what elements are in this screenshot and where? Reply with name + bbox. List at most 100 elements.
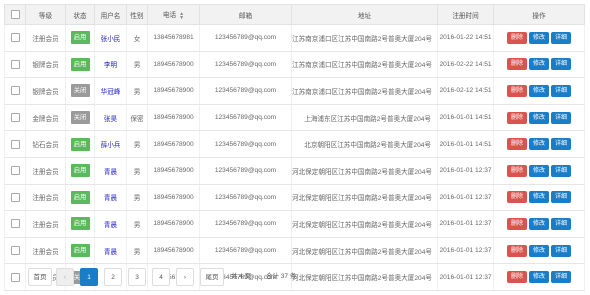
delete-button[interactable]: 删除 xyxy=(507,217,527,230)
edit-button[interactable]: 修改 xyxy=(529,164,549,177)
detail-button[interactable]: 详细 xyxy=(551,217,571,230)
select-all-checkbox[interactable] xyxy=(10,10,20,19)
page-button-3[interactable]: 3 xyxy=(128,268,146,286)
detail-button[interactable]: 详细 xyxy=(551,244,571,257)
detail-button[interactable]: 详细 xyxy=(551,84,571,97)
username-link[interactable]: 华冠峰 xyxy=(94,77,127,105)
edit-button[interactable]: 修改 xyxy=(529,271,549,284)
row-select-cell[interactable] xyxy=(4,50,26,79)
address-cell: 江苏南京浦口区江苏中国南路2号普奥大厦204号 xyxy=(291,50,438,79)
delete-button[interactable]: 删除 xyxy=(507,58,527,71)
actions-cell: 删除 修改 详细 xyxy=(493,77,585,105)
email-cell: 123456789@qq.com xyxy=(199,236,292,265)
username-link[interactable]: 青晨 xyxy=(94,210,127,238)
row-select-cell[interactable] xyxy=(4,24,26,52)
delete-button[interactable]: 删除 xyxy=(507,31,527,44)
total-pages: 共 4 页 xyxy=(231,273,252,280)
status-cell: 启用 xyxy=(65,24,95,52)
row-checkbox[interactable] xyxy=(10,192,20,202)
gender-cell: 男 xyxy=(126,50,148,79)
delete-button[interactable]: 删除 xyxy=(507,244,527,257)
row-select-cell[interactable] xyxy=(4,130,26,158)
row-checkbox[interactable] xyxy=(10,59,20,69)
prev-page-button[interactable]: ‹ xyxy=(56,268,74,286)
detail-button[interactable]: 详细 xyxy=(551,111,571,124)
row-checkbox[interactable] xyxy=(10,139,20,149)
edit-button[interactable]: 修改 xyxy=(529,138,549,151)
sort-icon[interactable]: ▲ ▼ xyxy=(179,11,184,20)
select-all-cell[interactable] xyxy=(4,4,26,25)
page-button-4[interactable]: 4 xyxy=(152,268,170,286)
total-records: 合计 37 条 xyxy=(266,273,297,280)
delete-button[interactable]: 删除 xyxy=(507,271,527,284)
page-button-2[interactable]: 2 xyxy=(104,268,122,286)
status-badge: 启用 xyxy=(70,137,90,151)
detail-button[interactable]: 详细 xyxy=(551,271,571,284)
address-cell: 河北保定朝阳区江苏中国南路2号普奥大厦204号 xyxy=(291,263,438,291)
row-select-cell[interactable] xyxy=(4,236,26,265)
status-cell: 启用 xyxy=(65,156,95,185)
header-username: 用户名 xyxy=(94,4,127,25)
email-cell: 123456789@qq.com xyxy=(199,130,292,158)
username-link[interactable]: 青晨 xyxy=(94,183,127,212)
username-link[interactable]: 薛小兵 xyxy=(94,130,127,158)
detail-button[interactable]: 详细 xyxy=(551,138,571,151)
edit-button[interactable]: 修改 xyxy=(529,31,549,44)
row-select-cell[interactable] xyxy=(4,263,26,291)
row-checkbox[interactable] xyxy=(10,86,20,96)
row-select-cell[interactable] xyxy=(4,183,26,212)
delete-button[interactable]: 删除 xyxy=(507,138,527,151)
row-select-cell[interactable] xyxy=(4,210,26,238)
row-checkbox[interactable] xyxy=(10,166,20,176)
phone-cell: 13845678981 xyxy=(147,24,200,52)
delete-button[interactable]: 删除 xyxy=(507,164,527,177)
detail-button[interactable]: 详细 xyxy=(551,164,571,177)
level-cell: 注册会员 xyxy=(25,156,66,185)
register-time-cell: 2016-02-12 14:51 xyxy=(437,77,494,105)
row-checkbox[interactable] xyxy=(10,33,20,43)
delete-button[interactable]: 删除 xyxy=(507,84,527,97)
first-page-button[interactable]: 首页 xyxy=(28,268,52,286)
page-button-1[interactable]: 1 xyxy=(80,268,98,286)
address-cell: 江苏南京浦口区江苏中国南路2号普奥大厦204号 xyxy=(291,24,438,52)
status-cell: 启用 xyxy=(65,50,95,79)
row-checkbox[interactable] xyxy=(10,272,20,282)
edit-button[interactable]: 修改 xyxy=(529,217,549,230)
header-phone[interactable]: 电话 ▲ ▼ xyxy=(147,4,200,25)
edit-button[interactable]: 修改 xyxy=(529,58,549,71)
header-address: 地址 xyxy=(291,4,438,25)
address-cell: 河北保定朝阳区江苏中国南路2号普奥大厦204号 xyxy=(291,210,438,238)
username-link[interactable]: 张小民 xyxy=(94,24,127,52)
table-row: 注册会员 启用 青晨男 18945678900 123456789@qq.com 河北保定… xyxy=(4,236,585,265)
edit-button[interactable]: 修改 xyxy=(529,191,549,204)
row-checkbox[interactable] xyxy=(10,246,20,256)
status-cell: 启用 xyxy=(65,210,95,238)
row-select-cell[interactable] xyxy=(4,77,26,105)
gender-cell: 男 xyxy=(126,130,148,158)
edit-button[interactable]: 修改 xyxy=(529,244,549,257)
delete-button[interactable]: 删除 xyxy=(507,111,527,124)
username-link[interactable]: 张昊 xyxy=(94,103,127,132)
level-cell: 金牌会员 xyxy=(25,103,66,132)
gender-cell: 女 xyxy=(126,24,148,52)
status-badge: 启用 xyxy=(70,244,90,258)
register-time-cell: 2016-01-01 12:37 xyxy=(437,236,494,265)
edit-button[interactable]: 修改 xyxy=(529,111,549,124)
row-select-cell[interactable] xyxy=(4,156,26,185)
address-cell: 河北保定朝阳区江苏中国南路2号普奥大厦204号 xyxy=(291,236,438,265)
username-link[interactable]: 青晨 xyxy=(94,156,127,185)
detail-button[interactable]: 详细 xyxy=(551,58,571,71)
next-page-button[interactable]: › xyxy=(176,268,194,286)
username-link[interactable]: 青晨 xyxy=(94,236,127,265)
username-link[interactable]: 李明 xyxy=(94,50,127,79)
row-checkbox[interactable] xyxy=(10,219,20,229)
row-checkbox[interactable] xyxy=(10,113,20,123)
detail-button[interactable]: 详细 xyxy=(551,191,571,204)
status-badge: 启用 xyxy=(70,164,90,178)
detail-button[interactable]: 详细 xyxy=(551,31,571,44)
user-list-view: 等级 状态 用户名 性别 电话 ▲ ▼ 邮箱 地址 注册时间 操作 注册会员 启用 张小… xyxy=(0,0,590,295)
delete-button[interactable]: 删除 xyxy=(507,191,527,204)
edit-button[interactable]: 修改 xyxy=(529,84,549,97)
last-page-button[interactable]: 尾页 xyxy=(200,268,224,286)
row-select-cell[interactable] xyxy=(4,103,26,132)
